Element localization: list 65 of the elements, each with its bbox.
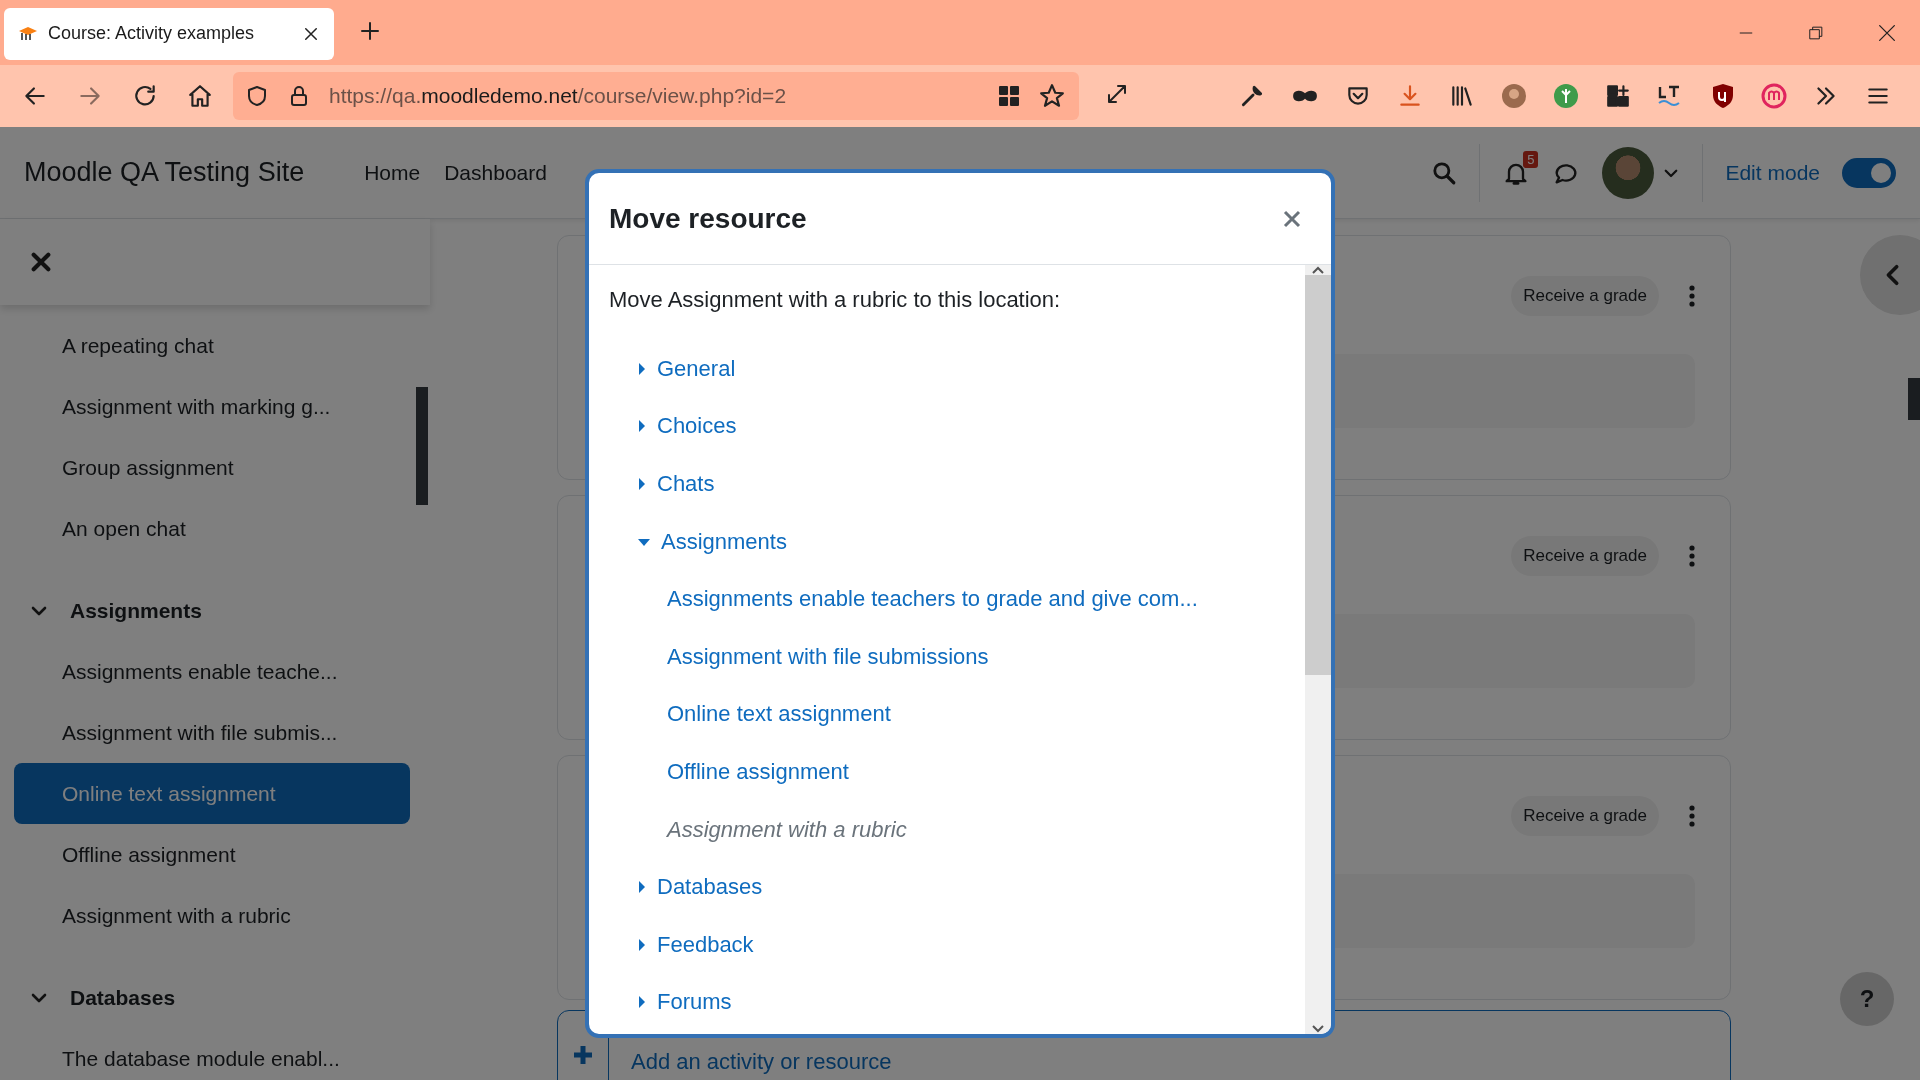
sidebar-item[interactable]: An open chat [14,498,410,559]
sidebar-item[interactable]: Group assignment [14,437,410,498]
section-link[interactable]: Chats [657,471,715,497]
scroll-down-icon[interactable] [1311,1024,1325,1034]
sidebar-item[interactable]: The database module enabl... [14,1028,410,1080]
sidebar-item[interactable]: Online text assignment [14,763,410,824]
sidebar-item[interactable]: Offline assignment [14,824,410,885]
url-text: https://qa.moodledemo.net/course/view.php?id=2 [329,84,788,108]
sidebar-item[interactable]: Assignment with marking g... [14,376,410,437]
profile-icon[interactable] [1501,83,1527,109]
edit-mode-label: Edit mode [1725,160,1820,185]
grid-icon[interactable] [997,84,1021,108]
download-icon[interactable] [1397,83,1423,109]
sidebar-item[interactable]: Assignment with a rubric [14,885,410,946]
grade-badge: Receive a grade [1511,276,1659,316]
tab-title: Course: Activity examples [48,23,256,44]
kebab-icon[interactable] [1689,545,1695,567]
mortarboard-icon [18,24,38,43]
plus-icon [572,1044,594,1066]
activity-link: Assignment with a rubric [667,816,907,843]
scrollbar-thumb[interactable] [1908,378,1920,420]
activity-link[interactable]: Assignments enable teachers to grade and give com... [667,586,1198,613]
m-circle-icon[interactable] [1761,83,1787,109]
close-icon [1283,209,1301,228]
grade-badge: Receive a grade [1511,796,1659,836]
section-link[interactable]: Feedback [657,931,754,958]
leaf-icon[interactable] [1553,83,1579,109]
drawer-toggle[interactable] [1860,235,1920,315]
activity-link[interactable]: Offline assignment [667,758,849,785]
scroll-up-icon[interactable] [1311,265,1325,275]
section-link[interactable]: Databases [657,874,763,901]
library-icon[interactable] [1449,83,1475,109]
sidebar-item[interactable]: A repeating chat [14,315,410,376]
shield-icon[interactable] [1711,83,1735,109]
home-icon[interactable] [187,83,213,109]
notification-count: 5 [1523,150,1539,168]
browser-tab[interactable]: Course: Activity examples [4,7,334,60]
expand-icon[interactable] [1105,82,1129,106]
grade-badge: Receive a grade [1511,536,1659,576]
section-heading[interactable]: Assignments [70,598,202,623]
help-button[interactable]: ? [1840,972,1894,1026]
activity-link[interactable]: Assignment with file submissions [667,643,989,670]
sidebar-item[interactable]: Assignment with file submis... [14,702,410,763]
dialog-prompt: Move Assignment with a rubric to this location: [609,287,1062,313]
kebab-icon[interactable] [1689,285,1695,307]
section-link[interactable]: General [657,355,736,382]
section-heading[interactable]: Databases [70,985,176,1010]
wrench-icon[interactable] [1239,83,1265,109]
edit-mode-toggle[interactable] [1842,157,1896,188]
scrollbar-thumb[interactable] [416,387,428,505]
shield-icon[interactable] [245,84,269,108]
activity-link[interactable]: Online text assignment [667,701,891,728]
section-link[interactable]: Assignments [661,528,787,555]
nav-link[interactable]: Home [352,127,433,219]
star-icon[interactable] [1039,83,1065,109]
sidebar-item[interactable]: Assignments enable teache... [14,641,410,702]
section-link[interactable]: Choices [657,413,737,440]
nav-link[interactable]: Dashboard [432,127,559,219]
dialog-title: Move resource [609,202,807,235]
site-name[interactable]: Moodle QA Testing Site [24,157,305,188]
search-icon[interactable] [1431,159,1458,186]
address-bar[interactable]: https://qa.moodledemo.net/course/view.php?id=2 [233,72,1079,120]
extensions-icon[interactable] [1605,83,1631,109]
kebab-icon[interactable] [1689,805,1695,827]
scrollbar[interactable] [1305,265,1331,1034]
